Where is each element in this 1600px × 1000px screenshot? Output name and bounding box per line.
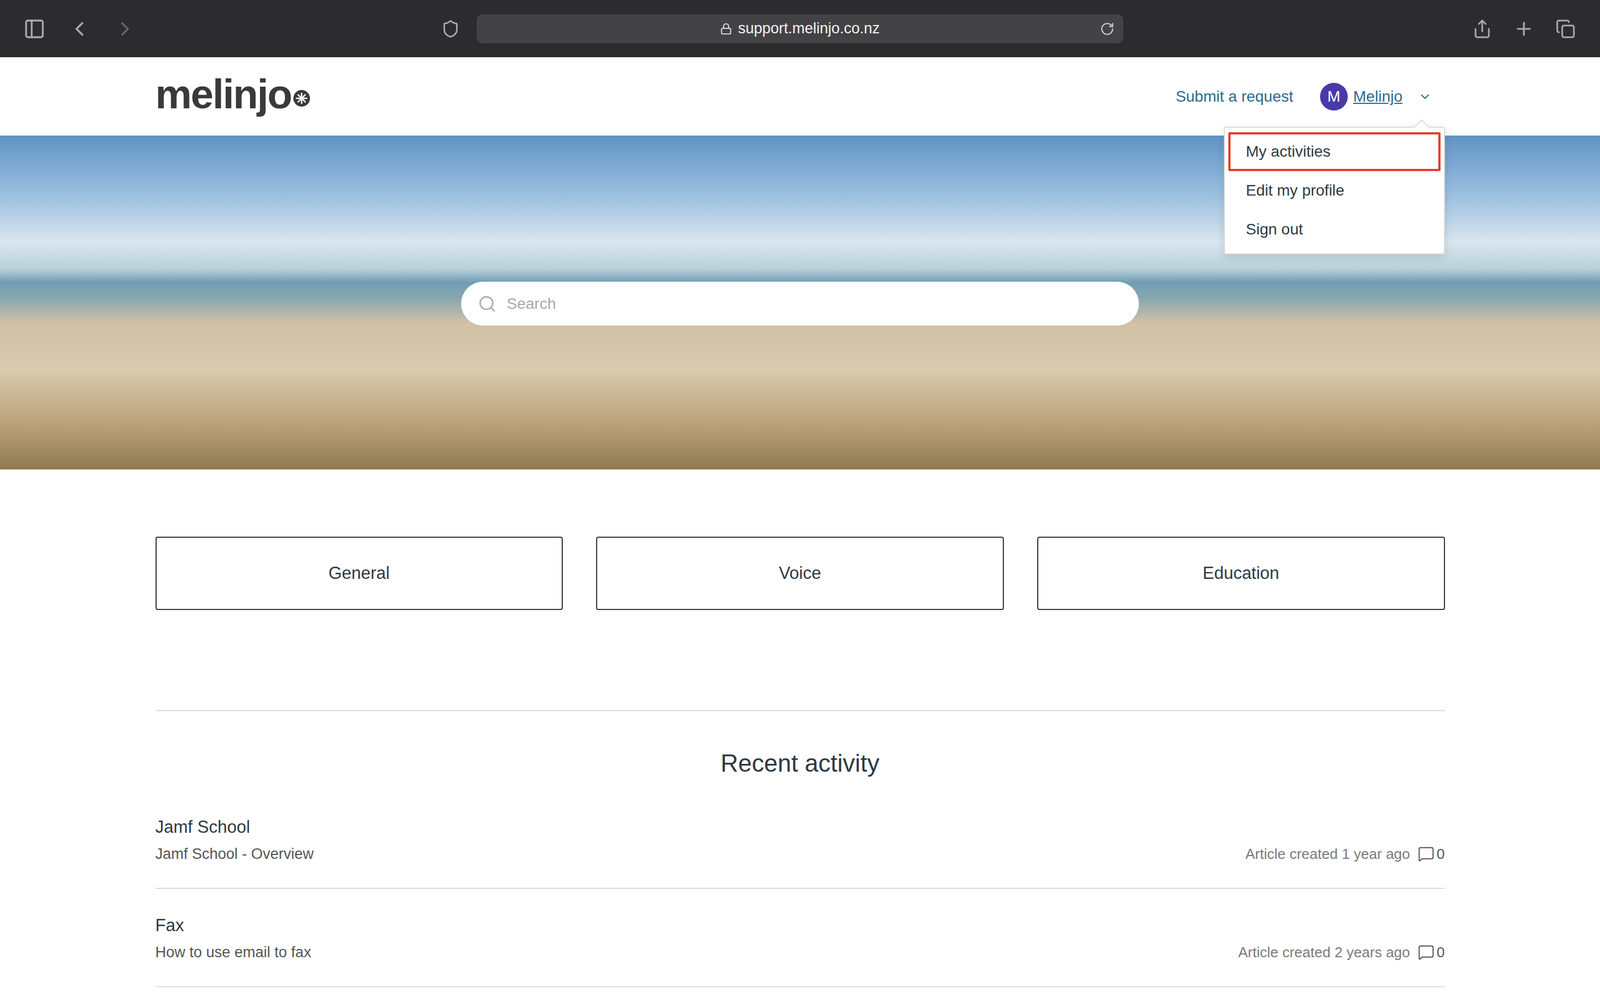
sidebar-icon[interactable] — [23, 17, 46, 40]
search-input[interactable] — [505, 294, 1123, 314]
user-avatar: M — [1320, 82, 1348, 111]
category-card[interactable]: Education — [1037, 536, 1445, 610]
chevron-down-icon — [1418, 90, 1432, 104]
category-card[interactable]: Voice — [596, 536, 1004, 610]
search-field[interactable] — [461, 281, 1139, 326]
activity-title[interactable]: Jamf School — [155, 815, 314, 839]
comment-count: 0 — [1417, 843, 1445, 865]
recent-activity: Recent activity Jamf School Jamf School - … — [155, 710, 1445, 988]
activity-row: Jamf School Jamf School - Overview Article… — [155, 790, 1445, 889]
recent-activity-title: Recent activity — [155, 746, 1445, 780]
lock-icon — [720, 22, 733, 35]
comment-icon — [1417, 943, 1435, 961]
back-icon[interactable] — [67, 17, 92, 41]
shield-icon[interactable] — [441, 19, 460, 39]
user-dropdown-menu: My activitiesEdit my profileSign out — [1223, 126, 1445, 255]
user-name: Melinjo — [1353, 87, 1403, 106]
submit-request-link[interactable]: Submit a request — [1175, 87, 1294, 106]
forward-icon[interactable] — [113, 17, 137, 41]
share-icon[interactable] — [1472, 18, 1493, 39]
logo[interactable]: melinjo — [155, 73, 311, 120]
site-header: melinjoSubmit a requestMMelinjoMy activi… — [0, 57, 1600, 136]
user-menu-button[interactable]: M Melinjo — [1320, 82, 1432, 111]
tabs-overview-icon[interactable] — [1555, 18, 1576, 39]
comment-count: 0 — [1417, 941, 1445, 963]
activity-meta: Article created 2 years ago — [1238, 941, 1410, 963]
activity-article[interactable]: Jamf School - Overview — [155, 843, 314, 865]
logo-flower-icon — [292, 89, 311, 108]
header-nav: Submit a request M Melinjo — [1175, 82, 1445, 111]
activity-meta: Article created 1 year ago — [1245, 843, 1410, 865]
new-tab-icon[interactable] — [1513, 18, 1535, 40]
activity-row: Fax How to use email to fax Article create… — [155, 888, 1445, 988]
url-text: support.melinjo.co.nz — [737, 20, 880, 38]
activity-title[interactable]: Fax — [155, 913, 312, 938]
menu-item[interactable]: Edit my profile — [1228, 171, 1441, 210]
browser-toolbar: support.melinjo.co.nz — [0, 0, 1600, 58]
comment-icon — [1417, 845, 1435, 863]
menu-item[interactable]: Sign out — [1228, 210, 1441, 249]
address-bar[interactable]: support.melinjo.co.nz — [476, 14, 1124, 44]
menu-item[interactable]: My activities — [1228, 132, 1441, 172]
category-grid: General Voice Education — [155, 536, 1445, 610]
search-icon — [477, 294, 497, 314]
browser-window: support.melinjo.co.nz melinjo Submit a req… — [0, 0, 1600, 1000]
category-card[interactable]: General — [155, 536, 564, 610]
activity-article[interactable]: How to use email to fax — [155, 941, 312, 963]
reload-icon[interactable] — [1100, 21, 1115, 37]
